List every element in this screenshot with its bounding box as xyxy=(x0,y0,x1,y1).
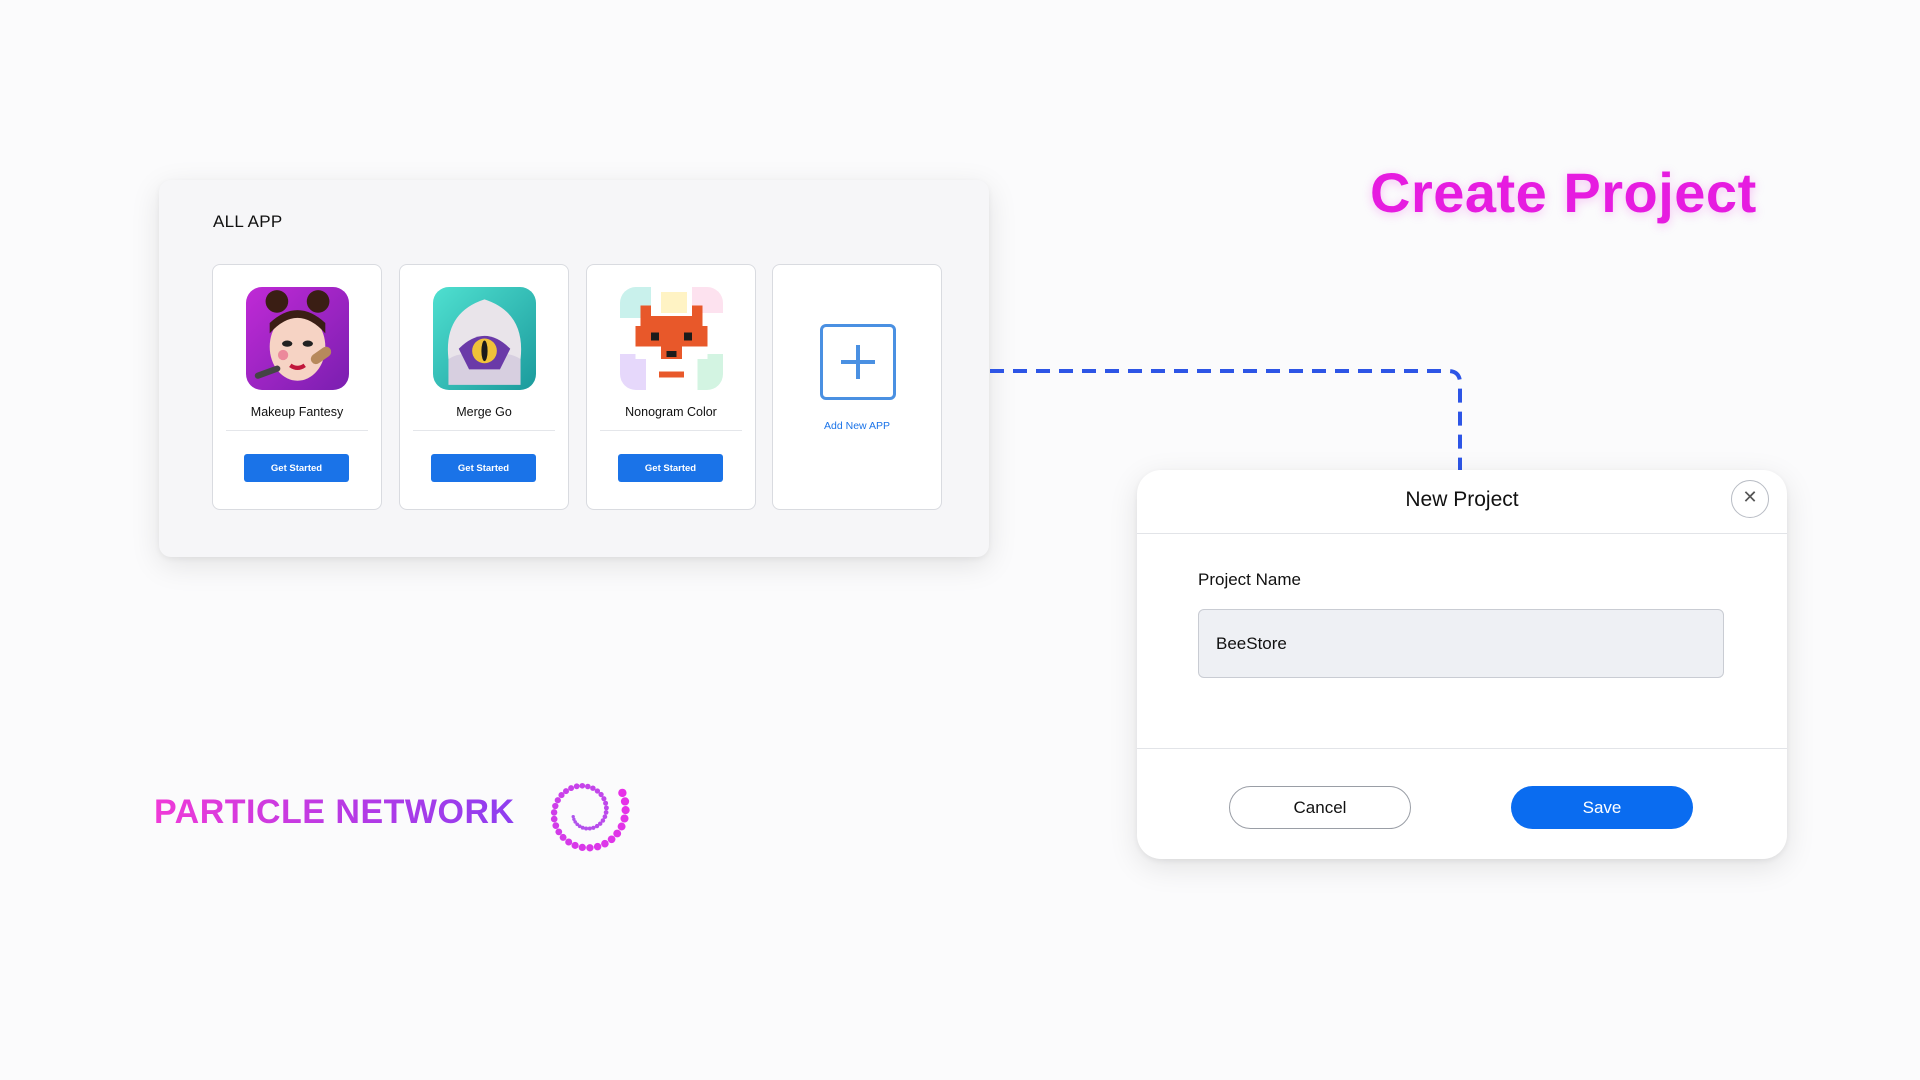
get-started-button[interactable]: Get Started xyxy=(431,454,536,482)
add-new-app-link[interactable]: Add New APP xyxy=(773,420,941,432)
panel-title: ALL APP xyxy=(213,212,283,231)
app-name: Merge Go xyxy=(456,405,512,419)
get-started-button[interactable]: Get Started xyxy=(618,454,723,482)
dialog-title: New Project xyxy=(1405,488,1519,511)
dialog-header: New Project ✕ xyxy=(1137,470,1787,534)
app-card-merge-go[interactable]: Merge Go Get Started xyxy=(399,264,569,510)
cancel-button[interactable]: Cancel xyxy=(1229,786,1411,829)
save-button[interactable]: Save xyxy=(1511,786,1693,829)
plus-icon[interactable] xyxy=(820,324,896,400)
card-divider xyxy=(600,430,742,431)
close-icon[interactable]: ✕ xyxy=(1731,480,1769,518)
card-divider xyxy=(413,430,555,431)
app-name: Nonogram Color xyxy=(625,405,717,419)
new-project-dialog: New Project ✕ Project Name Cancel Save xyxy=(1137,470,1787,859)
brand-name: PARTICLE NETWORK xyxy=(154,793,515,831)
all-app-panel: ALL APP Makeup Fantesy Get Started Merge… xyxy=(159,180,989,557)
makeup-fantesy-app-icon xyxy=(246,287,349,390)
page-title: Create Project xyxy=(1370,161,1757,224)
card-divider xyxy=(226,430,368,431)
nonogram-color-app-icon xyxy=(620,287,723,390)
project-name-label: Project Name xyxy=(1198,570,1301,589)
app-card-nonogram-color[interactable]: Nonogram Color Get Started xyxy=(586,264,756,510)
project-name-input[interactable] xyxy=(1198,609,1724,678)
spiral-dots-logo xyxy=(550,782,630,852)
dialog-footer-divider xyxy=(1137,748,1787,749)
add-new-app-card[interactable]: Add New APP xyxy=(772,264,942,510)
app-card-makeup-fantesy[interactable]: Makeup Fantesy Get Started xyxy=(212,264,382,510)
merge-go-app-icon xyxy=(433,287,536,390)
get-started-button[interactable]: Get Started xyxy=(244,454,349,482)
app-name: Makeup Fantesy xyxy=(250,405,344,419)
